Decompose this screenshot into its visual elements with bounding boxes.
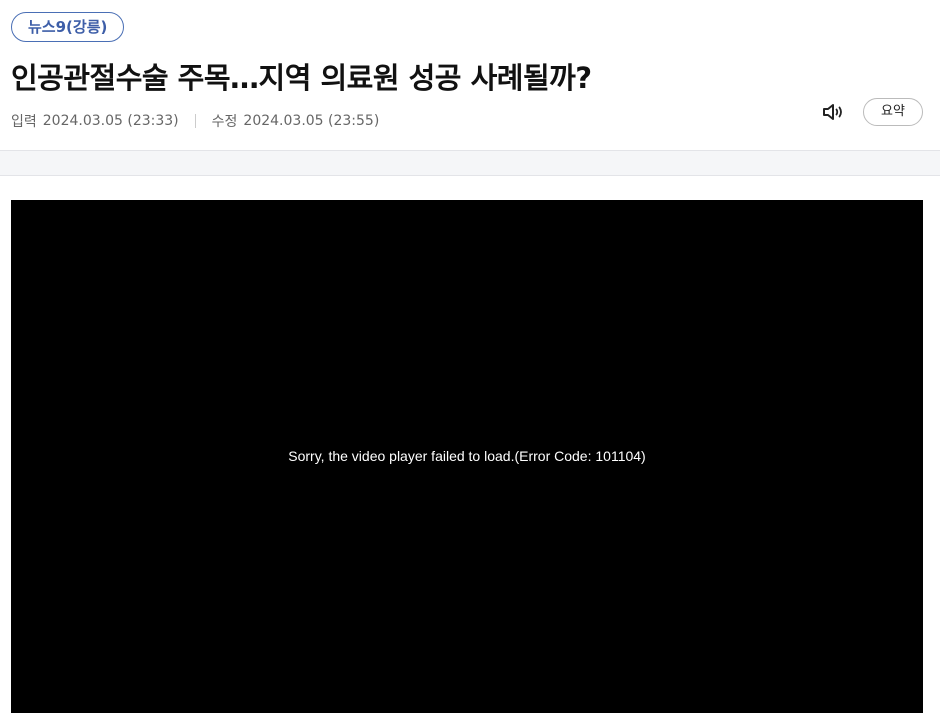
video-error-message: Sorry, the video player failed to load.(… [288,448,646,464]
category-tag[interactable]: 뉴스9(강릉) [11,12,125,42]
video-player[interactable]: Sorry, the video player failed to load.(… [11,200,923,713]
article-header: 뉴스9(강릉) 인공관절수술 주목…지역 의료원 성공 사례될까? 입력 202… [0,0,940,150]
speaker-icon [823,104,842,120]
meta-divider [194,114,196,128]
published-label: 입력 [11,114,37,130]
text-to-speech-button[interactable] [820,100,848,124]
article-meta: 입력 2024.03.05 (23:33) 수정 2024.03.05 (23:… [11,111,379,131]
summary-button[interactable]: 요약 [863,98,923,126]
article-headline: 인공관절수술 주목…지역 의료원 성공 사례될까? [11,61,592,95]
modified-label: 수정 [211,114,238,130]
modified-date: 2024.03.05 (23:55) [243,113,380,129]
published-date: 2024.03.05 (23:33) [42,113,179,129]
separator-band [0,150,940,176]
